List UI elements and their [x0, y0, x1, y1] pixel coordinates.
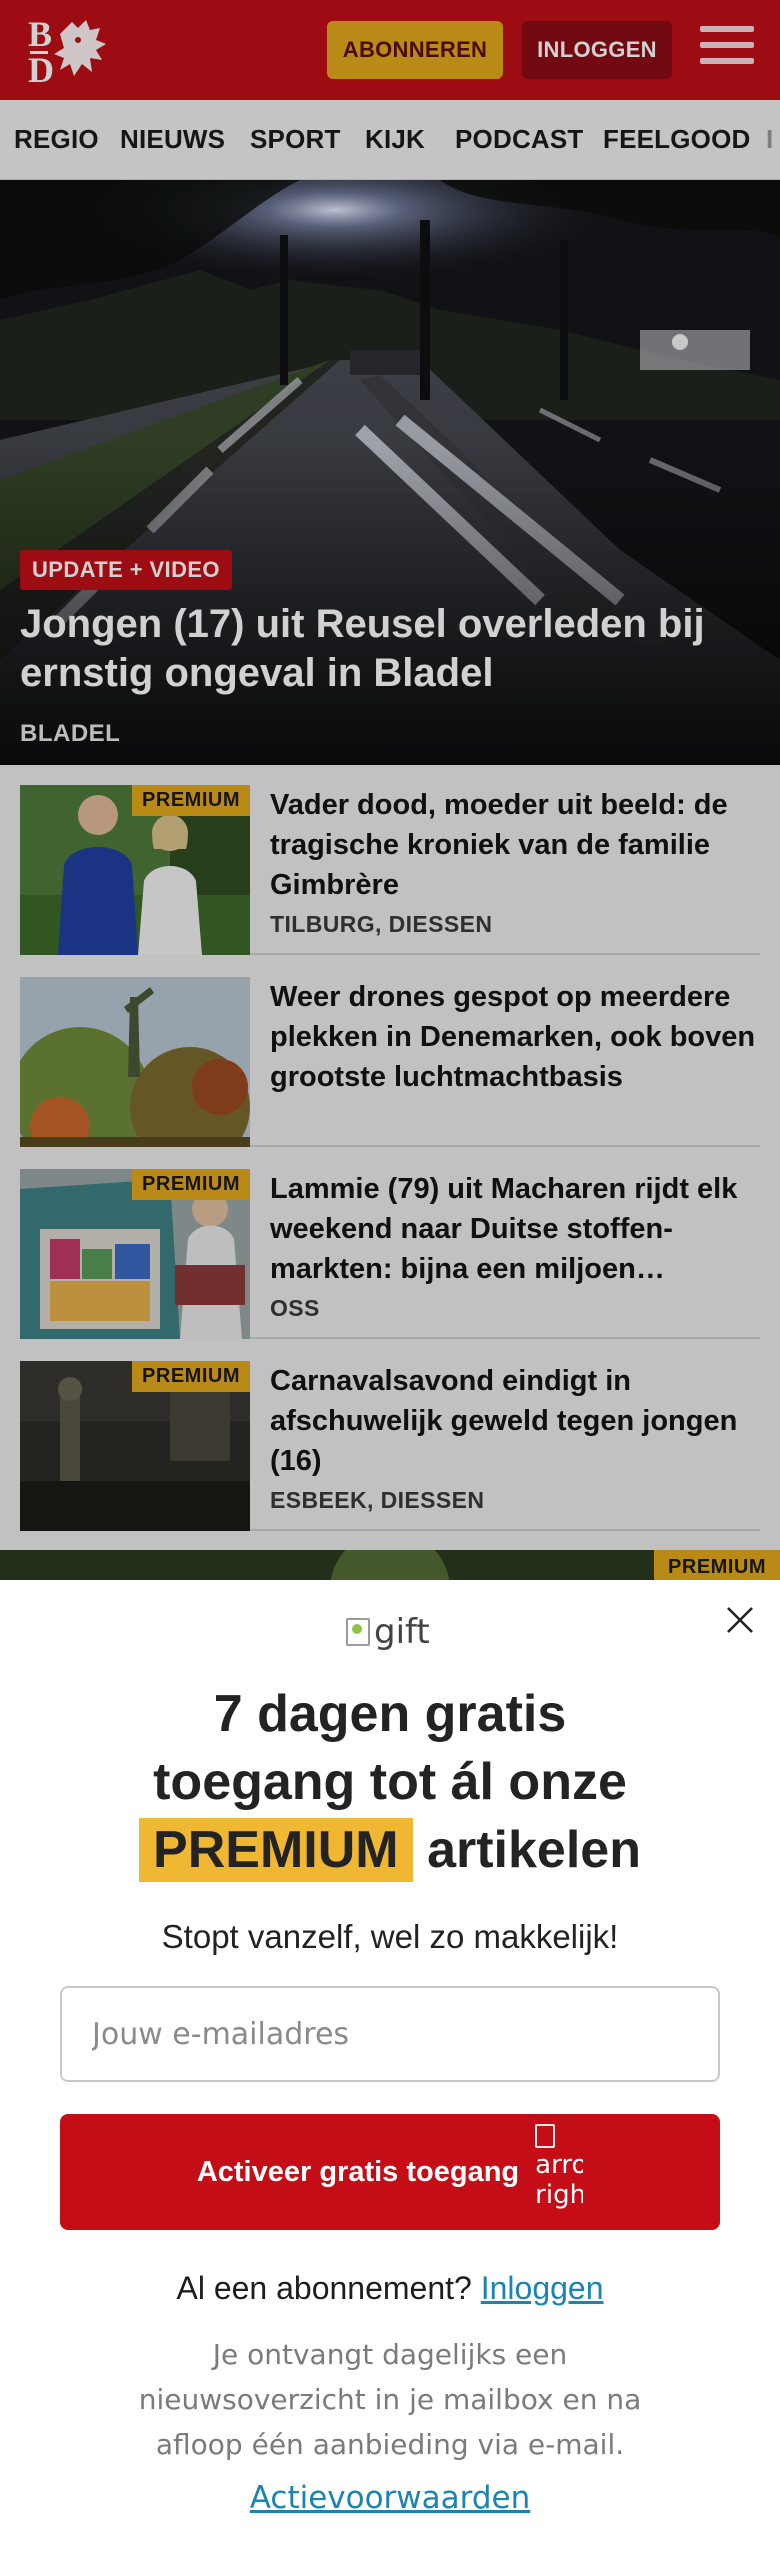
- svg-text:D: D: [28, 50, 54, 86]
- svg-text:B: B: [28, 14, 52, 54]
- nav-item-feelgood[interactable]: FEELGOOD: [603, 124, 751, 155]
- gift-icon: gift: [346, 1612, 430, 1652]
- list-item[interactable]: PREMIUM Vader dood, moeder uit beeld: de…: [20, 765, 760, 955]
- cta-label: Activeer gratis toegang: [196, 2155, 520, 2188]
- update-video-badge: UPDATE + VIDEO: [20, 550, 232, 590]
- login-link[interactable]: Inloggen: [481, 2270, 604, 2306]
- article-title[interactable]: Vader dood, moeder uit beeld: de tragisc…: [270, 785, 760, 905]
- login-button[interactable]: INLOGGEN: [522, 21, 672, 79]
- article-thumbnail: PREMIUM: [20, 1169, 250, 1339]
- hero-location: BLADEL: [20, 720, 121, 747]
- section-nav: REGIO NIEUWS SPORT KIJK PODCAST FEELGOOD…: [0, 100, 780, 180]
- article-title[interactable]: Weer drones gespot op meerdere plekken i…: [270, 977, 760, 1097]
- terms-link[interactable]: Actievoorwaarden: [40, 2480, 740, 2516]
- nav-item-sport[interactable]: SPORT: [250, 124, 341, 155]
- premium-highlight: PREMIUM: [139, 1818, 413, 1882]
- email-field[interactable]: [60, 1986, 720, 2082]
- article-list: PREMIUM Vader dood, moeder uit beeld: de…: [0, 765, 780, 1580]
- bd-logo[interactable]: B D: [26, 14, 116, 86]
- arrow-right-icon: arro righ: [535, 2124, 583, 2220]
- nav-item-podcast[interactable]: PODCAST: [455, 124, 584, 155]
- premium-badge: PREMIUM: [132, 1361, 250, 1392]
- article-thumbnail: PREMIUM: [20, 785, 250, 955]
- paywall-modal: gift 7 dagen gratis toegang tot ál onze …: [0, 1580, 780, 2560]
- list-item[interactable]: PREMIUM Lammie (79) uit Macharen rijdt e…: [20, 1149, 760, 1339]
- top-header: B D ABONNEREN INLOGGEN: [0, 0, 780, 100]
- headline-line-1: 7 dagen gratis: [213, 1685, 567, 1743]
- headline-line-2: toegang tot ál onze: [153, 1753, 627, 1811]
- article-location: ESBEEK, DIESSEN: [270, 1487, 485, 1513]
- existing-subscription-text: Al een abonnement?: [176, 2270, 472, 2306]
- article-thumbnail: PREMIUM: [20, 1361, 250, 1531]
- nav-item-kijk[interactable]: KIJK: [365, 124, 425, 155]
- article-location: TILBURG, DIESSEN: [270, 911, 493, 937]
- article-thumbnail: [20, 977, 250, 1147]
- paywall-subline: Stopt vanzelf, wel zo makkelijk!: [161, 1918, 619, 1955]
- hamburger-menu-icon[interactable]: [700, 26, 754, 72]
- close-icon[interactable]: [722, 1602, 758, 1638]
- premium-badge: PREMIUM: [132, 1169, 250, 1200]
- list-item[interactable]: Weer drones gespot op meerdere plekken i…: [20, 957, 760, 1147]
- article-title[interactable]: Carnavalsavond eindigt in afschuwelijk g…: [270, 1361, 760, 1481]
- hero-headline[interactable]: Jongen (17) uit Reusel overleden bij ern…: [20, 600, 740, 698]
- subscribe-button[interactable]: ABONNEREN: [327, 21, 503, 79]
- nav-item-nieuws[interactable]: NIEUWS: [120, 124, 225, 155]
- hero-article[interactable]: UPDATE + VIDEO Jongen (17) uit Reusel ov…: [0, 180, 780, 765]
- newsletter-note: Je ontvangt dagelijks een nieuwsoverzich…: [138, 2338, 642, 2461]
- article-title[interactable]: Lammie (79) uit Macharen rijdt elk weeke…: [270, 1169, 760, 1289]
- nav-item-more[interactable]: I: [766, 124, 773, 155]
- headline-tail: artikelen: [427, 1821, 641, 1879]
- existing-subscription-line: Al een abonnement? Inloggen: [40, 2270, 740, 2307]
- list-item[interactable]: PREMIUM Carnavalsavond eindigt in afschu…: [20, 1341, 760, 1531]
- premium-badge: PREMIUM: [654, 1550, 780, 1582]
- paywall-headline: 7 dagen gratis toegang tot ál onze PREMI…: [40, 1680, 740, 1884]
- premium-badge: PREMIUM: [132, 785, 250, 816]
- next-article-peek[interactable]: PREMIUM: [0, 1550, 780, 1582]
- article-location: OSS: [270, 1295, 320, 1321]
- nav-item-regio[interactable]: REGIO: [14, 124, 99, 155]
- activate-free-access-button[interactable]: Activeer gratis toegang arro righ: [60, 2114, 720, 2230]
